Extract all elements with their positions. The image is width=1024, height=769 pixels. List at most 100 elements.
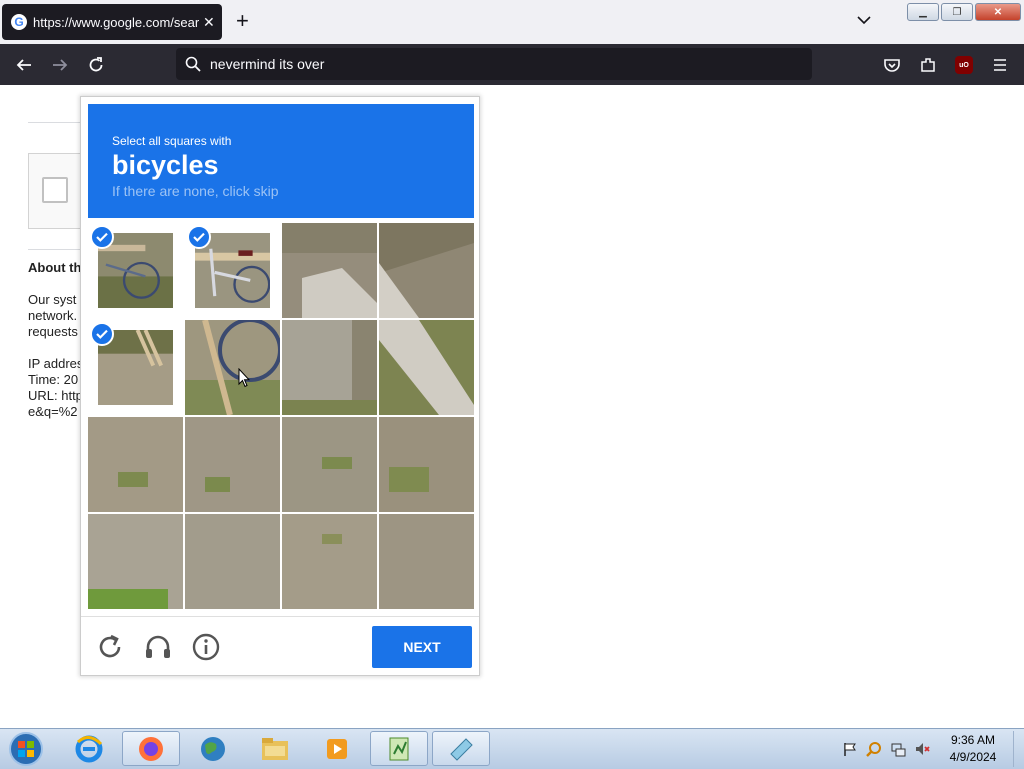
next-button[interactable]: NEXT [372, 626, 472, 668]
selected-check-icon [90, 225, 114, 249]
tile-photo [185, 514, 280, 609]
captcha-tile[interactable] [379, 320, 474, 415]
captcha-tile[interactable] [185, 417, 280, 512]
tab-title: https://www.google.com/search [33, 14, 199, 30]
info-icon[interactable] [191, 632, 221, 662]
captcha-tile[interactable] [88, 514, 183, 609]
captcha-tile[interactable] [282, 514, 377, 609]
captcha-challenge-dialog: Select all squares with bicycles If ther… [80, 96, 480, 676]
taskbar-media-player[interactable] [308, 731, 366, 766]
captcha-tile[interactable] [282, 320, 377, 415]
show-desktop-button[interactable] [1013, 731, 1024, 767]
pocket-icon[interactable] [883, 56, 901, 74]
address-bar-text: nevermind its over [210, 56, 325, 72]
globe-icon [201, 736, 225, 761]
paragraph-line: requests [28, 324, 78, 339]
captcha-tile[interactable] [88, 417, 183, 512]
minimize-button[interactable]: ▁ [907, 3, 939, 21]
reload-challenge-icon[interactable] [95, 632, 125, 662]
captcha-keyword: bicycles [112, 150, 219, 180]
internet-explorer-icon [75, 735, 103, 762]
search-magnifier-tray-icon[interactable] [866, 741, 882, 757]
menu-hamburger-icon[interactable] [991, 56, 1009, 74]
captcha-tile[interactable] [185, 223, 280, 318]
captcha-tile[interactable] [185, 320, 280, 415]
clock-date[interactable]: 4/9/2024 [946, 750, 1000, 764]
media-player-icon [327, 738, 347, 759]
window-controls: ▁ ❐ ✕ [907, 3, 1021, 21]
taskbar-firefox[interactable] [122, 731, 180, 766]
navigation-toolbar: nevermind its over [0, 44, 1024, 85]
address-bar[interactable]: nevermind its over [176, 48, 812, 80]
paragraph-line: network. [28, 308, 78, 323]
forward-arrow-icon[interactable] [51, 56, 69, 74]
firefox-icon [139, 736, 163, 761]
tab-close-icon[interactable]: ✕ [203, 14, 215, 31]
captcha-tile[interactable] [379, 417, 474, 512]
google-favicon-icon: G [11, 14, 27, 30]
audio-challenge-headphones-icon[interactable] [143, 632, 173, 662]
tile-photo [88, 514, 183, 609]
tile-photo [379, 514, 474, 609]
tile-photo [185, 417, 280, 512]
info-line-ip: IP addres [28, 356, 80, 371]
captcha-tile[interactable] [185, 514, 280, 609]
windows-start-orb-icon[interactable] [6, 731, 46, 767]
captcha-tile[interactable] [282, 417, 377, 512]
tile-photo [379, 223, 474, 318]
info-line-url: URL: http [28, 388, 80, 403]
tile-photo [185, 320, 280, 415]
search-icon [185, 56, 201, 72]
clock-time[interactable]: 9:36 AM [946, 733, 1000, 747]
notebook-icon [450, 737, 473, 761]
tile-photo [282, 223, 377, 318]
tile-photo [282, 417, 377, 512]
volume-muted-icon[interactable] [914, 741, 930, 757]
close-window-button[interactable]: ✕ [975, 3, 1021, 21]
mouse-cursor-icon [238, 368, 250, 388]
tile-photo [282, 514, 377, 609]
taskbar [0, 728, 1024, 769]
taskbar-notebook-app[interactable] [432, 731, 490, 766]
extensions-puzzle-icon[interactable] [919, 56, 937, 74]
divider [81, 616, 479, 617]
captcha-tile[interactable] [88, 320, 183, 415]
captcha-header: Select all squares with bicycles If ther… [88, 104, 474, 218]
reload-icon[interactable] [87, 56, 105, 74]
tab-strip: G https://www.google.com/search ✕ + ▁ ❐ … [0, 0, 1024, 44]
divider [28, 122, 80, 123]
info-line-time: Time: 20 [28, 372, 79, 387]
taskbar-internet-explorer[interactable] [60, 731, 118, 766]
captcha-tile[interactable] [282, 223, 377, 318]
captcha-instruction: Select all squares with [112, 134, 232, 148]
taskbar-notepad[interactable] [370, 731, 428, 766]
tile-photo [282, 320, 377, 415]
captcha-tile[interactable] [379, 223, 474, 318]
selected-check-icon [187, 225, 211, 249]
tile-photo [379, 417, 474, 512]
selected-check-icon [90, 322, 114, 346]
captcha-image-grid [88, 223, 474, 609]
about-heading: About th [28, 260, 80, 275]
new-tab-button[interactable]: + [236, 10, 249, 32]
info-line-query: e&q=%2 [28, 404, 78, 419]
ublock-origin-icon[interactable]: uO [955, 56, 973, 74]
divider [28, 249, 80, 250]
captcha-tile[interactable] [379, 514, 474, 609]
tile-photo [88, 417, 183, 512]
action-center-flag-icon[interactable] [842, 741, 858, 757]
restore-button[interactable]: ❐ [941, 3, 973, 21]
network-icon[interactable] [890, 741, 906, 757]
paragraph-line: Our syst [28, 292, 77, 307]
taskbar-globe-app[interactable] [184, 731, 242, 766]
tab-list-chevron-icon[interactable] [856, 12, 872, 28]
captcha-hint: If there are none, click skip [112, 183, 279, 199]
back-arrow-icon[interactable] [15, 56, 33, 74]
folder-icon [262, 737, 288, 760]
browser-tab[interactable]: G https://www.google.com/search ✕ [2, 4, 222, 40]
recaptcha-checkbox[interactable] [42, 177, 68, 203]
notepad-plus-icon [389, 737, 409, 760]
tile-photo [379, 320, 474, 415]
taskbar-file-explorer[interactable] [246, 731, 304, 766]
captcha-tile[interactable] [88, 223, 183, 318]
